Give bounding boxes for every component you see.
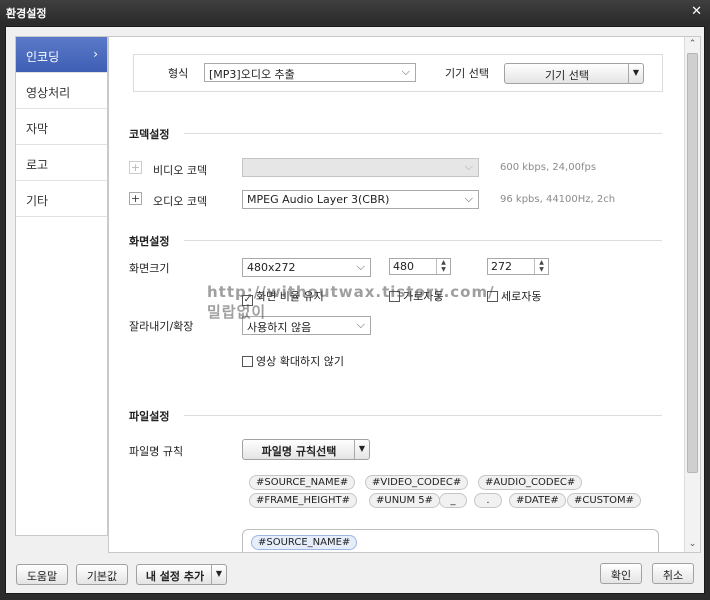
format-select[interactable]: [MP3]오디오 추출 ⌵ — [204, 63, 416, 82]
sidebar-item-video-processing[interactable]: 영상처리 — [16, 73, 107, 109]
watermark-url: http://withoutwax.tistory.com/ — [207, 283, 495, 301]
dropdown-arrow-icon: ▼ — [211, 565, 226, 584]
dropdown-arrow-icon: ▼ — [628, 64, 643, 83]
scroll-down-icon[interactable]: ⌄ — [685, 537, 700, 552]
height-value: 272 — [491, 260, 512, 273]
token-audio-codec[interactable]: #AUDIO_CODEC# — [478, 475, 583, 490]
sidebar-item-label: 영상처리 — [26, 86, 71, 100]
watermark-text: 밀랍없이 — [207, 303, 267, 321]
close-icon[interactable]: ✕ — [691, 4, 702, 19]
format-select-value: [MP3]오디오 추출 — [209, 68, 295, 81]
sidebar-item-logo[interactable]: 로고 — [16, 145, 107, 181]
chevron-down-icon: ⌵ — [356, 260, 365, 273]
no-upscale-label: 영상 확대하지 않기 — [256, 355, 344, 368]
token-dot[interactable]: . — [474, 493, 502, 508]
screen-size-value: 480x272 — [247, 261, 296, 274]
checkbox-box[interactable] — [242, 356, 253, 367]
format-label: 형식 — [168, 67, 189, 80]
spin-down-icon[interactable]: ▼ — [535, 266, 548, 273]
add-preset-label: 내 설정 추가 — [145, 570, 205, 583]
screen-section-title: 화면설정 — [129, 235, 170, 248]
dropdown-arrow-icon: ▼ — [354, 440, 369, 459]
spin-up-icon[interactable]: ▲ — [535, 259, 548, 266]
sidebar-item-encoding[interactable]: 인코딩 › — [16, 37, 107, 73]
scrollbar-thumb[interactable] — [687, 53, 698, 473]
sidebar-item-subtitles[interactable]: 자막 — [16, 109, 107, 145]
no-upscale-checkbox[interactable]: 영상 확대하지 않기 — [242, 353, 344, 369]
sidebar-item-label: 기타 — [26, 194, 49, 208]
device-select-button[interactable]: 기기 선택 ▼ — [504, 63, 644, 84]
section-divider — [184, 133, 662, 134]
defaults-button[interactable]: 기본값 — [76, 564, 128, 585]
screen-size-select[interactable]: 480x272 ⌵ — [242, 258, 371, 277]
cancel-button[interactable]: 취소 — [652, 563, 694, 584]
format-row: 형식 [MP3]오디오 추출 ⌵ 기기 선택 기기 선택 ▼ — [133, 54, 663, 92]
spin-up-icon[interactable]: ▲ — [437, 259, 450, 266]
filename-rule-input[interactable]: #SOURCE_NAME# — [242, 529, 659, 552]
crop-value: 사용하지 않음 — [247, 321, 312, 334]
device-select-button-label: 기기 선택 — [545, 69, 589, 82]
filename-rule-button-label: 파일명 규칙선택 — [261, 445, 337, 458]
chevron-down-icon: ⌵ — [464, 192, 473, 205]
screen-size-label: 화면크기 — [129, 262, 170, 275]
token-unum[interactable]: #UNUM 5# — [369, 493, 441, 508]
token-date[interactable]: #DATE# — [509, 493, 566, 508]
plus-icon[interactable]: + — [129, 161, 142, 174]
sidebar: 인코딩 › 영상처리 자막 로고 기타 — [15, 36, 108, 536]
chevron-right-icon: › — [93, 47, 98, 61]
width-value: 480 — [393, 260, 414, 273]
token-underscore[interactable]: _ — [439, 493, 467, 508]
device-select-label: 기기 선택 — [445, 67, 489, 80]
audio-codec-info: 96 kpbs, 44100Hz, 2ch — [500, 194, 616, 205]
video-codec-info: 600 kbps, 24,00fps — [500, 162, 597, 173]
rule-token-source-name[interactable]: #SOURCE_NAME# — [251, 535, 358, 550]
token-frame-height[interactable]: #FRAME_HEIGHT# — [249, 493, 358, 508]
section-divider — [184, 240, 662, 241]
sidebar-item-label: 인코딩 — [26, 50, 60, 64]
chevron-down-icon: ⌵ — [464, 160, 473, 173]
settings-window: 환경설정 ✕ 인코딩 › 영상처리 자막 로고 기타 형식 [MP3]오디오 추… — [0, 0, 710, 600]
help-button[interactable]: 도움말 — [16, 564, 68, 585]
spin-arrows[interactable]: ▲ ▼ — [534, 259, 548, 274]
codec-section-title: 코덱설정 — [129, 128, 170, 141]
title-bar: 환경설정 ✕ — [0, 0, 710, 24]
audio-codec-label: 오디오 코덱 — [153, 195, 208, 208]
chevron-down-icon: ⌵ — [401, 65, 410, 78]
height-spinbox[interactable]: 272 ▲ ▼ — [487, 258, 549, 275]
filename-rule-label: 파일명 규칙 — [129, 445, 184, 458]
add-preset-button[interactable]: 내 설정 추가 ▼ — [136, 564, 227, 585]
settings-panel: 형식 [MP3]오디오 추출 ⌵ 기기 선택 기기 선택 ▼ 코덱설정 + 비디… — [108, 36, 701, 553]
watermark: http://withoutwax.tistory.com/ 밀랍없이 — [207, 282, 495, 322]
auto-height-label: 세로자동 — [501, 290, 542, 303]
width-spinbox[interactable]: 480 ▲ ▼ — [389, 258, 451, 275]
vertical-scrollbar[interactable]: ⌃ ⌄ — [684, 37, 700, 552]
section-divider — [184, 415, 662, 416]
window-body: 인코딩 › 영상처리 자막 로고 기타 형식 [MP3]오디오 추출 ⌵ 기기 … — [5, 26, 705, 594]
token-source-name[interactable]: #SOURCE_NAME# — [249, 475, 356, 490]
audio-codec-select[interactable]: MPEG Audio Layer 3(CBR) ⌵ — [242, 190, 479, 209]
video-codec-select[interactable]: ⌵ — [242, 158, 479, 177]
plus-icon[interactable]: + — [129, 192, 142, 205]
spin-arrows[interactable]: ▲ ▼ — [436, 259, 450, 274]
sidebar-item-label: 로고 — [26, 158, 49, 172]
crop-label: 잘라내기/확장 — [129, 320, 194, 333]
ok-button[interactable]: 확인 — [600, 563, 642, 584]
scroll-up-icon[interactable]: ⌃ — [685, 37, 700, 52]
auto-height-checkbox[interactable]: 세로자동 — [487, 288, 541, 304]
audio-codec-value: MPEG Audio Layer 3(CBR) — [247, 193, 390, 206]
token-video-codec[interactable]: #VIDEO_CODEC# — [365, 475, 469, 490]
filename-rule-button[interactable]: 파일명 규칙선택 ▼ — [242, 439, 370, 460]
sidebar-item-label: 자막 — [26, 122, 49, 136]
sidebar-item-etc[interactable]: 기타 — [16, 181, 107, 217]
token-custom[interactable]: #CUSTOM# — [567, 493, 642, 508]
spin-down-icon[interactable]: ▼ — [437, 266, 450, 273]
window-title: 환경설정 — [6, 7, 47, 20]
file-section-title: 파일설정 — [129, 410, 170, 423]
video-codec-label: 비디오 코덱 — [153, 164, 208, 177]
